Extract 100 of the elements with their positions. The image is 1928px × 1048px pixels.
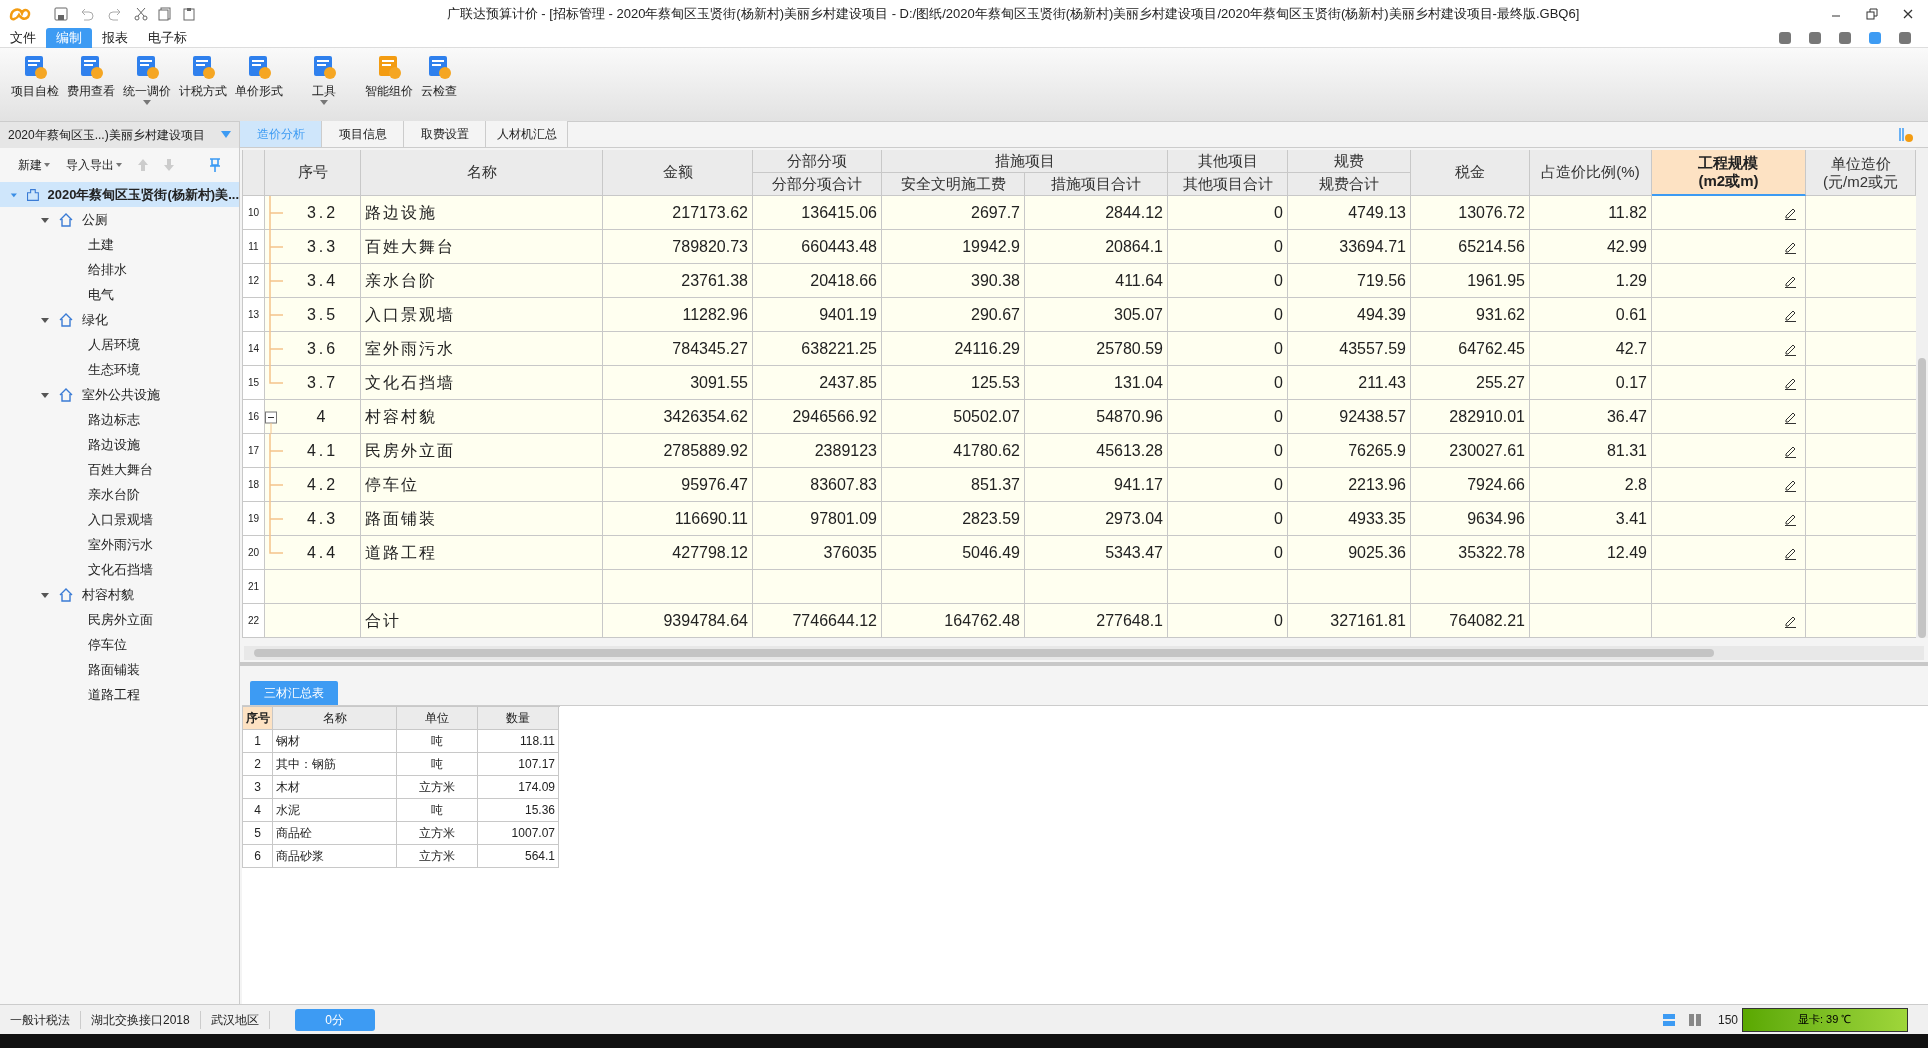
view-tab[interactable]: 项目信息 <box>322 121 404 147</box>
toolbar-icon <box>134 54 160 80</box>
table-cell: 立方米 <box>397 822 478 845</box>
columns-icon[interactable] <box>1687 1012 1702 1027</box>
column-header: 占造价比例(%) <box>1530 150 1652 196</box>
tree-label: 文化石挡墙 <box>88 560 153 579</box>
cut-icon[interactable] <box>134 7 148 21</box>
tree-item[interactable]: 入口景观墙 <box>0 507 239 532</box>
sidebar-action[interactable]: 新建 <box>18 156 50 174</box>
tree-item[interactable]: 道路工程 <box>0 682 239 707</box>
status-item: 武汉地区 <box>200 1010 270 1029</box>
row-number: 21 <box>243 570 265 604</box>
tree-item[interactable]: 路面铺装 <box>0 657 239 682</box>
tree-item[interactable]: 人居环境 <box>0 332 239 357</box>
column-header: 其他项目合计 <box>1168 173 1288 196</box>
toolbar-button[interactable]: 智能组价 <box>362 54 416 100</box>
close-icon[interactable] <box>1902 8 1914 20</box>
tree-item[interactable]: 公厕 <box>0 207 239 232</box>
project-selector[interactable]: 2020年蔡甸区玉...)美丽乡村建设项目 <box>0 122 239 148</box>
tree-item[interactable]: 2020年蔡甸区玉贤街(杨新村)美... <box>0 182 239 207</box>
save-icon[interactable] <box>54 7 68 21</box>
toolbar-icon <box>311 54 337 80</box>
table-cell: 9394784.64 <box>603 604 753 638</box>
tree-label: 百姓大舞台 <box>88 460 153 479</box>
table-cell: 164762.48 <box>882 604 1025 638</box>
horizontal-scrollbar[interactable] <box>244 646 1924 660</box>
tree-item[interactable]: 室外雨污水 <box>0 532 239 557</box>
tree-item[interactable]: 百姓大舞台 <box>0 457 239 482</box>
tree-label: 入口景观墙 <box>88 510 153 529</box>
toolbar-button[interactable]: 云检查 <box>418 54 460 100</box>
table-cell: 277648.1 <box>1025 604 1168 638</box>
table-cell: 0 <box>1168 604 1288 638</box>
column-header: 措施项目合计 <box>1025 173 1168 196</box>
tree-item[interactable]: 民房外立面 <box>0 607 239 632</box>
table-cell: 118.11 <box>478 730 559 753</box>
toolbar-icon <box>190 54 216 80</box>
column-header: 金额 <box>603 150 753 196</box>
row-number: 17 <box>243 434 265 468</box>
layout-icon[interactable] <box>1661 1012 1676 1027</box>
table-cell: 立方米 <box>397 845 478 868</box>
tree-item[interactable]: 路边设施 <box>0 432 239 457</box>
tree-item[interactable]: 室外公共设施 <box>0 382 239 407</box>
tree-item[interactable]: 路边标志 <box>0 407 239 432</box>
tree-item[interactable]: 停车位 <box>0 632 239 657</box>
toolbar-button[interactable]: 工具 <box>308 54 340 106</box>
house-icon <box>58 586 74 603</box>
vertical-scrollbar[interactable] <box>1916 148 1928 638</box>
tree-label: 电气 <box>88 285 114 304</box>
toolbar-button[interactable]: 单价形式 <box>232 54 286 100</box>
menu-tab[interactable]: 文件 <box>0 27 46 48</box>
table-cell-text: 4.1 <box>305 440 340 461</box>
tree-label: 土建 <box>88 235 114 254</box>
table-cell: 2 <box>243 753 273 776</box>
tree-label: 室外公共设施 <box>82 385 160 404</box>
menu-tab[interactable]: 电子标 <box>138 27 197 48</box>
table-cell-text: 4.2 <box>305 474 340 495</box>
paste-icon[interactable] <box>182 7 196 21</box>
table-cell-text: 3.5 <box>305 304 340 325</box>
table-cell: 商品砼 <box>273 822 397 845</box>
tree-item[interactable]: 生态环境 <box>0 357 239 382</box>
column-group-header: 分部分项 <box>753 150 882 173</box>
table-cell-text: 4 <box>315 406 330 427</box>
toolbar-button[interactable]: 统一调价 <box>120 54 174 106</box>
column-header: 规费合计 <box>1288 173 1411 196</box>
toolbar-button[interactable]: 费用查看 <box>64 54 118 100</box>
table-cell: 其中：钢筋 <box>273 753 397 776</box>
tree-label: 路面铺装 <box>88 660 140 679</box>
table-cell: 合计 <box>361 604 603 638</box>
column-header: 税金 <box>1411 150 1530 196</box>
copy-icon[interactable] <box>158 7 172 21</box>
toolbar-button[interactable]: 计税方式 <box>176 54 230 100</box>
table-cell-text: 3.7 <box>305 372 340 393</box>
tree-item[interactable]: 绿化 <box>0 307 239 332</box>
sidebar-action[interactable]: 导入导出 <box>66 156 122 174</box>
tree-label: 民房外立面 <box>88 610 153 629</box>
view-tab[interactable]: 人材机汇总 <box>486 121 568 147</box>
app-logo-icon <box>8 5 32 23</box>
view-tab[interactable]: 取费设置 <box>404 121 486 147</box>
table-cell-text: 3.3 <box>305 236 340 257</box>
table-cell: 5 <box>243 822 273 845</box>
tree-item[interactable]: 电气 <box>0 282 239 307</box>
row-number: 13 <box>243 298 265 332</box>
tree-label: 路边标志 <box>88 410 140 429</box>
pin-icon[interactable] <box>209 158 221 172</box>
table-cell-text: 4.4 <box>305 542 340 563</box>
row-number: 14 <box>243 332 265 366</box>
tree-item[interactable]: 村容村貌 <box>0 582 239 607</box>
table-cell-text: 3.6 <box>305 338 340 359</box>
menu-tab[interactable]: 报表 <box>92 27 138 48</box>
tree-label: 路边设施 <box>88 435 140 454</box>
window-title: 广联达预算计价 - [招标管理 - 2020年蔡甸区玉贤街(杨新村)美丽乡村建设项目 - D:/图纸/2020年蔡甸区玉贤街(杨新村)美丽乡村建设项目/2020年蔡甸区玉贤街(杨新村)美丽乡村建设项目-最终版.GBQ6] <box>445 5 1581 24</box>
column-header: 安全文明施工费 <box>882 173 1025 196</box>
tree-item[interactable]: 土建 <box>0 232 239 257</box>
table-cell: 商品砂浆 <box>273 845 397 868</box>
restore-icon[interactable] <box>1866 8 1878 20</box>
tree-item[interactable]: 文化石挡墙 <box>0 557 239 582</box>
toolbar-button[interactable]: 项目自检 <box>8 54 62 100</box>
tree-item[interactable]: 亲水台阶 <box>0 482 239 507</box>
column-group-header: 措施项目 <box>882 150 1168 173</box>
tree-item[interactable]: 给排水 <box>0 257 239 282</box>
